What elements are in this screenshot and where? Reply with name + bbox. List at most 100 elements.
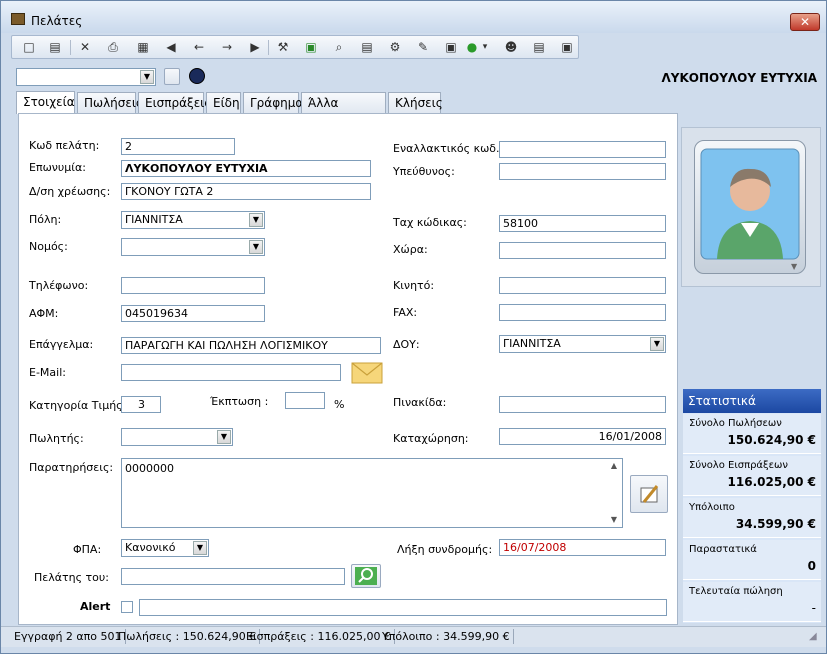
- resize-grip-icon[interactable]: ◢: [809, 631, 817, 642]
- mobile-label: Κινητό:: [393, 279, 435, 292]
- alert-checkbox[interactable]: [121, 601, 133, 613]
- first-record-icon[interactable]: ◀: [162, 39, 180, 56]
- monitor-icon[interactable]: ▣: [558, 39, 576, 56]
- profession-field[interactable]: ΠΑΡΑΓΩΓΗ ΚΑΙ ΠΩΛΗΣΗ ΛΟΓΙΣΜΙΚΟΥ: [121, 337, 381, 354]
- subscription-expiry-field[interactable]: 16/07/2008: [499, 539, 666, 556]
- tax-office-select[interactable]: ΓΙΑΝΝΙΤΣΑ ▼: [499, 335, 666, 353]
- delete-icon[interactable]: ✕: [76, 39, 94, 56]
- status-sales: Πωλήσεις : 150.624,90 €: [115, 629, 261, 644]
- previous-record-icon[interactable]: ←: [190, 39, 208, 56]
- document-icon[interactable]: ▤: [358, 39, 376, 56]
- tab-items[interactable]: Είδη: [206, 92, 241, 113]
- app-icon: [11, 13, 25, 25]
- avatar: ▼: [700, 148, 800, 271]
- tools-icon[interactable]: ⚒: [274, 39, 292, 56]
- alt-code-field[interactable]: [499, 141, 666, 158]
- stat-label: Τελευταία πώληση: [689, 586, 783, 597]
- stat-value: 116.025,00 €: [727, 475, 816, 489]
- new-icon[interactable]: □: [20, 39, 38, 56]
- stat-value: -: [811, 601, 816, 615]
- prefecture-label: Νομός:: [29, 240, 68, 253]
- notes-icon[interactable]: ✎: [414, 39, 432, 56]
- search-customer-button[interactable]: [351, 564, 381, 588]
- chevron-down-icon[interactable]: ▼: [249, 240, 263, 254]
- alert-field[interactable]: [139, 599, 667, 616]
- notes-textarea[interactable]: 0000000 ▲ ▼: [121, 458, 623, 528]
- excel-icon[interactable]: ▣: [302, 39, 320, 56]
- vat-select[interactable]: Κανονικό ▼: [121, 539, 209, 557]
- phone-field[interactable]: [121, 277, 265, 294]
- vat-value: Κανονικό: [125, 541, 176, 554]
- window-title: Πελάτες: [31, 14, 83, 28]
- stat-label: Σύνολο Εισπράξεων: [689, 460, 788, 471]
- statistics-title: Στατιστικά: [683, 389, 821, 413]
- tab-details[interactable]: Στοιχεία: [16, 91, 75, 114]
- edit-notes-button[interactable]: [630, 475, 668, 513]
- users-icon[interactable]: ☻: [502, 39, 520, 56]
- chevron-down-icon[interactable]: ▾: [480, 39, 490, 56]
- last-record-icon[interactable]: ▶: [246, 39, 264, 56]
- mobile-field[interactable]: [499, 277, 666, 294]
- chevron-down-icon[interactable]: ▼: [249, 213, 263, 227]
- city-label: Πόλη:: [29, 213, 62, 226]
- discount-field[interactable]: [285, 392, 325, 409]
- salesman-label: Πωλητής:: [29, 432, 84, 445]
- go-circle-icon[interactable]: [189, 68, 205, 84]
- customer-of-field[interactable]: [121, 568, 345, 585]
- tax-office-value: ΓΙΑΝΝΙΤΣΑ: [503, 337, 561, 350]
- city-select[interactable]: ΓΙΑΝΝΙΤΣΑ ▼: [121, 211, 265, 229]
- postal-code-field[interactable]: 58100: [499, 215, 666, 232]
- settings-icon[interactable]: ⚙: [386, 39, 404, 56]
- stat-last-sale: Τελευταία πώληση -: [683, 582, 821, 622]
- email-field[interactable]: [121, 364, 341, 381]
- discount-label: Έκπτωση :: [210, 395, 269, 408]
- alert-label: Alert: [80, 600, 111, 613]
- code-field[interactable]: 2: [121, 138, 235, 155]
- envelope-icon[interactable]: [351, 361, 383, 385]
- subscription-expiry-label: Λήξη συνδρομής:: [397, 543, 493, 556]
- tab-other-details[interactable]: Άλλα στοιχεία: [301, 92, 386, 131]
- tax-office-label: ΔΟΥ:: [393, 338, 420, 351]
- prefecture-select[interactable]: ▼: [121, 238, 265, 256]
- registration-date-field[interactable]: 16/01/2008: [499, 428, 666, 445]
- search-icon[interactable]: ⌕: [330, 39, 348, 56]
- afm-field[interactable]: 045019634: [121, 305, 265, 322]
- next-record-icon[interactable]: →: [218, 39, 236, 56]
- print-icon[interactable]: ⎙: [104, 39, 122, 56]
- status-bar: Εγγραφή 2 απο 501 Πωλήσεις : 150.624,90 …: [1, 626, 826, 647]
- go-icon[interactable]: ●: [463, 39, 481, 56]
- search-icon[interactable]: [164, 68, 180, 85]
- notes-label: Παρατηρήσεις:: [29, 461, 114, 474]
- tab-receipts[interactable]: Εισπράξεις: [138, 92, 211, 113]
- stat-value: 34.599,90 €: [735, 517, 816, 531]
- salesman-select[interactable]: ▼: [121, 428, 233, 446]
- chevron-down-icon[interactable]: ▼: [217, 430, 231, 444]
- responsible-field[interactable]: [499, 163, 666, 180]
- close-button[interactable]: ✕: [790, 13, 820, 31]
- avatar-frame[interactable]: ▼: [694, 140, 806, 274]
- plate-field[interactable]: [499, 396, 666, 413]
- country-field[interactable]: [499, 242, 666, 259]
- scroll-down-icon[interactable]: ▼: [608, 515, 620, 525]
- chevron-down-icon[interactable]: ▼: [193, 541, 207, 555]
- tab-chart[interactable]: Γράφημα: [243, 92, 303, 113]
- edit-icon[interactable]: ▤: [46, 39, 64, 56]
- grid-icon[interactable]: ▦: [134, 39, 152, 56]
- code-label: Κωδ πελάτη:: [29, 139, 100, 152]
- chevron-down-icon[interactable]: ▼: [140, 70, 154, 84]
- name-field[interactable]: ΛΥΚΟΠΟΥΛΟΥ ΕΥΤΥΧΙΑ: [121, 160, 371, 177]
- fax-field[interactable]: [499, 304, 666, 321]
- report-icon[interactable]: ▤: [530, 39, 548, 56]
- record-selector[interactable]: ▼: [16, 68, 156, 86]
- scroll-up-icon[interactable]: ▲: [608, 461, 620, 471]
- price-category-field[interactable]: 3: [121, 396, 161, 413]
- image-icon[interactable]: ▣: [442, 39, 460, 56]
- address-label: Δ/ση χρέωσης:: [29, 185, 111, 198]
- tab-calls[interactable]: Κλήσεις: [388, 92, 443, 113]
- percent-sign: %: [334, 398, 345, 411]
- stat-value: 0: [807, 559, 816, 573]
- address-field[interactable]: ΓΚΟΝΟΥ ΓΩΤΑ 2: [121, 183, 371, 200]
- chevron-down-icon[interactable]: ▼: [650, 337, 664, 351]
- toolbar-separator: [268, 40, 269, 55]
- tab-sales[interactable]: Πωλήσεις: [77, 92, 143, 113]
